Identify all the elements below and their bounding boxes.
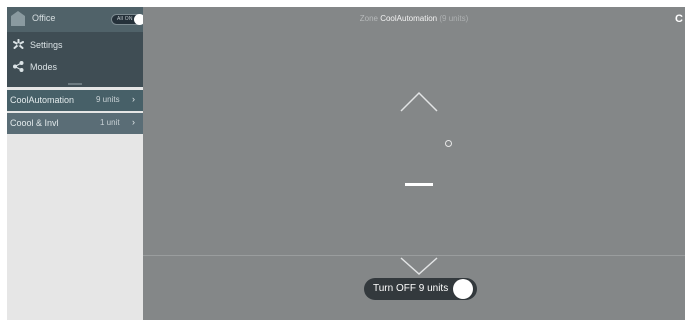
edge-glyph: C	[675, 13, 683, 25]
menu-item-label: Modes	[30, 62, 58, 72]
menu-item-modes[interactable]: Modes	[7, 56, 143, 78]
zone-name: Coool & Invl	[10, 118, 59, 128]
app-window: Office All ON Settings Modes CoolAutomat…	[0, 0, 685, 320]
resize-handle[interactable]	[68, 83, 82, 85]
zone-title: Zone CoolAutomation (9 units)	[143, 14, 685, 23]
zone-title-prefix: Zone	[359, 14, 378, 23]
setpoint-up-button[interactable]	[399, 91, 439, 113]
settings-icon	[13, 39, 24, 49]
turn-off-label: Turn OFF 9 units	[373, 283, 449, 294]
home-icon	[11, 11, 25, 26]
chevron-right-icon: ›	[132, 117, 135, 127]
site-header[interactable]: Office All ON	[7, 7, 145, 32]
zone-unit-count: 9 units	[96, 95, 120, 104]
zone-item-coool-invl[interactable]: Coool & Invl 1 unit ›	[7, 113, 143, 134]
sidebar: Office All ON Settings Modes CoolAutomat…	[7, 7, 149, 320]
toggle-knob	[453, 279, 473, 299]
zone-name: CoolAutomation	[10, 95, 75, 105]
menu-item-label: Settings	[30, 40, 63, 50]
zone-title-count: (9 units)	[439, 14, 469, 23]
zone-title-name: CoolAutomation	[380, 14, 438, 23]
all-on-toggle[interactable]: All ON	[111, 14, 145, 25]
zone-unit-count: 1 unit	[100, 118, 120, 127]
chevron-right-icon: ›	[132, 94, 135, 104]
modes-icon	[13, 61, 24, 72]
zone-item-coolautomation[interactable]: CoolAutomation 9 units ›	[7, 90, 149, 111]
setpoint-value	[405, 183, 433, 186]
setpoint-down-button[interactable]	[399, 256, 439, 276]
degree-symbol	[445, 140, 452, 147]
zone-control-panel: Zone CoolAutomation (9 units) C Turn OFF…	[143, 7, 685, 320]
sidebar-menu: Settings Modes	[7, 32, 143, 87]
all-on-label: All ON	[117, 16, 133, 22]
turn-off-units-toggle[interactable]: Turn OFF 9 units	[364, 278, 477, 300]
menu-item-settings[interactable]: Settings	[7, 34, 143, 56]
site-name: Office	[32, 13, 56, 23]
